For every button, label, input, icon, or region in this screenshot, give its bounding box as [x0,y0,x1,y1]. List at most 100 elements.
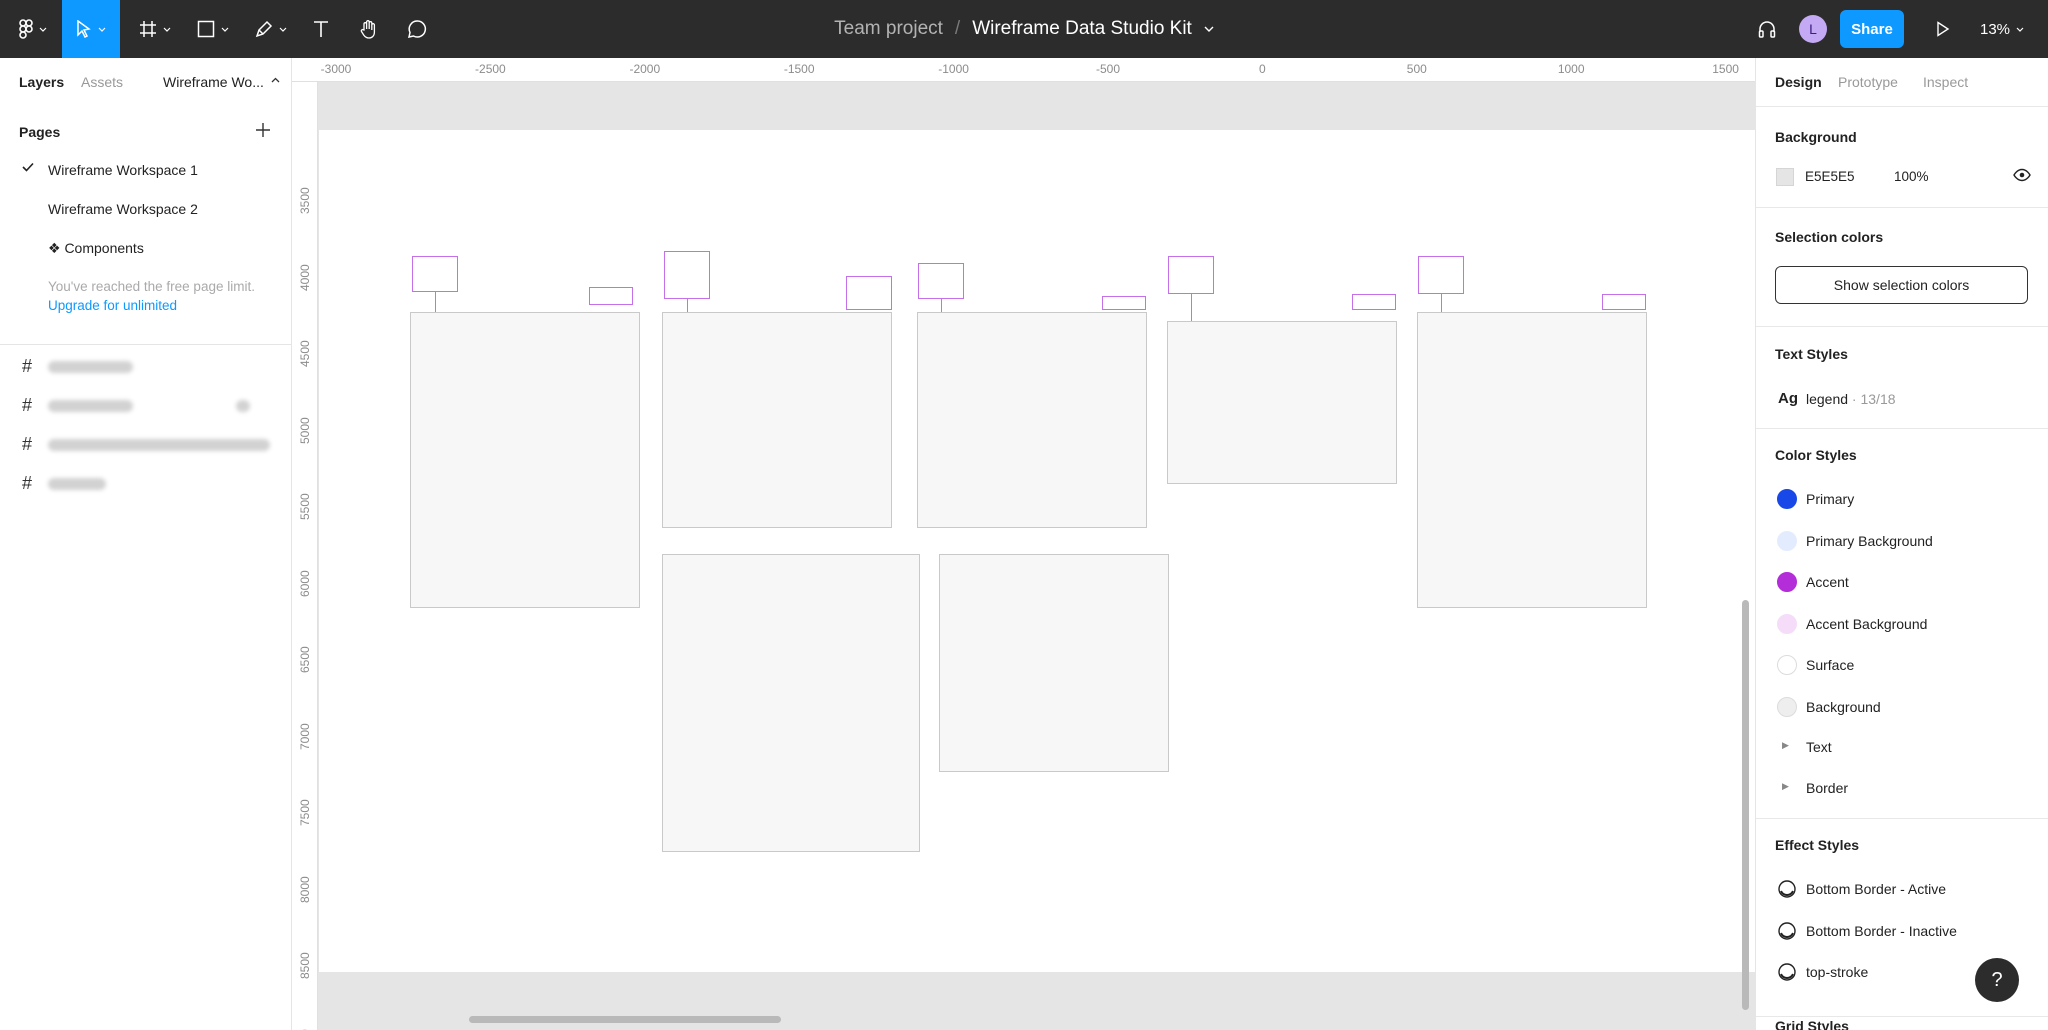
annotation-note[interactable] [1352,294,1396,310]
ruler-y-tick-label: 6000 [298,569,312,597]
move-tool-button[interactable] [62,0,120,58]
background-heading: Background [1775,129,1857,145]
annotation-note[interactable] [1602,294,1646,310]
layer-row[interactable]: # [0,351,292,381]
text-tool-button[interactable] [304,0,338,58]
ruler-x-tick-label: 0 [1259,62,1266,76]
chevron-up-icon[interactable] [271,77,280,83]
tab-layers[interactable]: Layers [19,74,64,90]
annotation-note[interactable] [846,276,892,310]
shape-tool-button[interactable] [188,0,238,58]
page-item-components[interactable]: ❖ Components [48,240,144,257]
horizontal-scrollbar[interactable] [469,1016,781,1023]
panel-divider [0,344,292,345]
frame-thumbnail[interactable] [917,312,1147,528]
file-name[interactable]: Wireframe Data Studio Kit [972,18,1192,40]
pen-nib-icon [255,20,273,38]
frame-thumbnail[interactable] [662,312,892,528]
plus-icon[interactable] [254,121,272,139]
left-panel-tabs: Layers Assets Wireframe Wo... [0,58,292,106]
tab-inspect[interactable]: Inspect [1923,74,1968,90]
frame-hash-icon: # [22,434,33,454]
color-group-text[interactable]: ▶ Text [1756,732,2048,762]
effect-style-item[interactable]: Bottom Border - Inactive [1756,916,2048,946]
show-selection-colors-button[interactable]: Show selection colors [1775,266,2028,304]
color-style-name: Background [1806,698,1881,715]
blurred-layer-name [48,439,270,451]
color-style-item[interactable]: Primary Background [1756,526,2048,556]
background-color-swatch[interactable] [1776,168,1794,186]
help-button[interactable]: ? [1975,958,2019,1002]
frame-thumbnail[interactable] [662,554,920,852]
page-selector[interactable]: Wireframe Wo... [163,74,264,90]
design-canvas[interactable]: -3000 -2500 -2000 -1500 -1000 -500 0 500 1000 150… [292,58,1755,1030]
effect-style-item[interactable]: Bottom Border - Active [1756,874,2048,904]
share-button[interactable]: Share [1840,10,1904,48]
color-style-item[interactable]: Accent [1756,567,2048,597]
page-limit-note: You've reached the free page limit. [48,279,255,294]
color-swatch [1777,655,1797,675]
play-icon [1937,21,1950,37]
comment-tool-button[interactable] [400,0,434,58]
annotation-note[interactable] [1102,296,1146,310]
color-style-item[interactable]: Background [1756,692,2048,722]
background-opacity-value[interactable]: 100% [1894,169,1929,184]
effect-drop-shadow-icon [1778,880,1796,898]
annotation-note[interactable] [589,287,633,305]
zoom-control[interactable]: 13% [1980,0,2024,58]
annotation-note[interactable] [918,263,964,299]
layer-row[interactable]: # [0,429,292,459]
page-item-workspace-2[interactable]: Wireframe Workspace 2 [48,201,198,217]
audio-headphones-button[interactable] [1752,0,1782,58]
effect-styles-heading: Effect Styles [1775,837,1860,853]
user-avatar[interactable]: L [1799,15,1827,43]
annotation-note[interactable] [412,256,458,292]
pen-tool-button[interactable] [246,0,296,58]
tab-prototype[interactable]: Prototype [1838,74,1898,90]
color-style-item[interactable]: Surface [1756,650,2048,680]
frame-tool-button[interactable] [130,0,180,58]
layer-row[interactable]: # [0,468,292,498]
layer-row[interactable]: # [0,390,292,420]
tab-assets[interactable]: Assets [81,74,123,90]
ruler-x-tick-label: -1500 [783,62,815,76]
ruler-x-tick-label: -500 [1095,62,1121,76]
project-name[interactable]: Team project [834,18,943,40]
headphones-icon [1758,21,1776,38]
tab-design[interactable]: Design [1775,74,1822,90]
vertical-scrollbar[interactable] [1742,600,1749,1010]
annotation-note[interactable] [1168,256,1214,294]
annotation-note[interactable] [664,251,710,299]
frame-hash-icon: # [22,356,33,376]
eye-icon[interactable] [2013,168,2031,182]
ruler-y-tick-label: 5500 [298,493,312,520]
color-group-border[interactable]: ▶ Border [1756,773,2048,803]
frame-thumbnail[interactable] [1417,312,1647,608]
upgrade-link[interactable]: Upgrade for unlimited [48,298,177,313]
hand-tool-button[interactable] [352,0,386,58]
frame-thumbnail[interactable] [410,312,640,608]
color-style-item[interactable]: Accent Background [1756,609,2048,639]
background-hex-value[interactable]: E5E5E5 [1805,169,1855,184]
main-menu-button[interactable] [10,0,56,58]
page-item-workspace-1[interactable]: Wireframe Workspace 1 [48,162,198,178]
color-group-label: Text [1806,739,1832,755]
chevron-down-icon [221,27,229,32]
cursor-arrow-icon [77,20,91,38]
frame-thumbnail[interactable] [939,554,1169,772]
checkmark-icon [22,162,34,172]
blurred-layer-name [48,478,106,490]
color-swatch [1777,613,1797,634]
text-style-sample: Ag [1778,390,1798,407]
chevron-down-icon[interactable] [1204,26,1214,32]
color-style-item[interactable]: Primary [1756,484,2048,514]
frame-thumbnail[interactable] [1167,321,1397,484]
ruler-y-tick-label: 6500 [298,646,312,673]
present-play-button[interactable] [1928,0,1958,58]
annotation-connector [941,299,942,312]
triangle-right-icon: ▶ [1782,781,1789,791]
annotation-note[interactable] [1418,256,1464,294]
frame-hash-icon: # [22,473,33,493]
right-panel: Design Prototype Inspect Background E5E5… [1755,58,2048,1030]
effect-style-name: Bottom Border - Inactive [1806,922,1957,939]
